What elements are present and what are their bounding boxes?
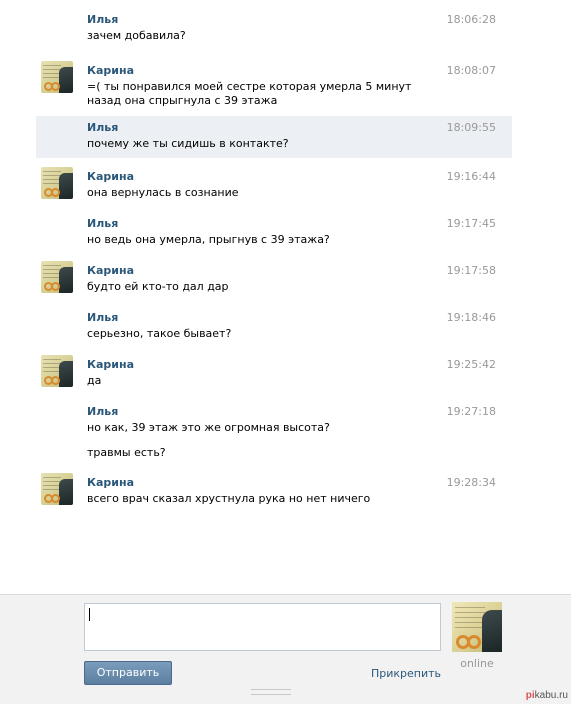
avatar-detail: [455, 607, 485, 631]
sender-avatar[interactable]: [41, 473, 73, 505]
sender-name[interactable]: Карина: [87, 64, 134, 78]
message-item: Карина 19:28:34 всего врач сказал хрустн…: [36, 471, 512, 513]
message-text: всего врач сказал хрустнула рука но нет …: [87, 492, 371, 505]
message-item: Карина 19:17:58 будто ей кто-то дал дар: [36, 259, 512, 301]
avatar-detail: [51, 494, 60, 503]
message-time: 18:09:55: [446, 121, 496, 134]
attach-link[interactable]: Прикрепить: [371, 667, 441, 680]
avatar-detail: [59, 173, 73, 199]
sender-name[interactable]: Карина: [87, 170, 134, 184]
message-time: 19:27:18: [446, 405, 496, 418]
message-item: Карина 18:08:07 =( ты понравился моей се…: [36, 59, 512, 111]
sender-name[interactable]: Илья: [87, 311, 118, 325]
message-text: да: [87, 374, 102, 387]
watermark-rest: kabu.ru: [534, 690, 568, 701]
sender-name[interactable]: Илья: [87, 405, 118, 419]
message-time: 19:17:58: [446, 264, 496, 277]
message-time: 19:25:42: [446, 358, 496, 371]
avatar-detail: [59, 361, 73, 387]
online-status: online: [460, 657, 494, 670]
message-text: серьезно, такое бывает?: [87, 327, 232, 340]
sender-name[interactable]: Илья: [87, 121, 118, 135]
message-item-highlighted: Илья 18:09:55 почему же ты сидишь в конт…: [36, 116, 512, 158]
message-time: 19:17:45: [446, 217, 496, 230]
message-input[interactable]: [84, 603, 441, 651]
sender-avatar[interactable]: [41, 261, 73, 293]
avatar-detail: [467, 635, 481, 649]
watermark-prefix: pi: [525, 690, 535, 701]
message-text: зачем добавила?: [87, 29, 186, 42]
resize-handle[interactable]: [251, 689, 291, 695]
message-item: Илья 19:27:18 но как, 39 этаж это же огр…: [36, 400, 512, 468]
message-text: будто ей кто-то дал дар: [87, 280, 229, 293]
sender-name[interactable]: Карина: [87, 476, 134, 490]
avatar-detail: [51, 82, 60, 91]
avatar-detail: [51, 188, 60, 197]
send-button[interactable]: Отправить: [84, 661, 172, 685]
sender-avatar[interactable]: [41, 355, 73, 387]
sender-name[interactable]: Илья: [87, 13, 118, 27]
message-item: Илья 19:17:45 но ведь она умерла, прыгну…: [36, 212, 512, 254]
message-time: 19:28:34: [446, 476, 496, 489]
message-text: но как, 39 этаж это же огромная высота?: [87, 421, 330, 434]
message-item: Карина 19:25:42 да: [36, 353, 512, 395]
avatar-detail: [59, 479, 73, 505]
text-caret: [89, 608, 90, 621]
avatar-detail: [51, 282, 60, 291]
message-composer: Отправить Прикрепить online pikabu.ru: [0, 594, 571, 704]
message-time: 19:18:46: [446, 311, 496, 324]
message-item: Илья 18:06:28 зачем добавила?: [36, 8, 512, 54]
watermark: pikabu.ru: [526, 690, 568, 701]
message-text: травмы есть?: [87, 446, 166, 459]
message-text: но ведь она умерла, прыгнув с 39 этажа?: [87, 233, 330, 246]
my-avatar[interactable]: [452, 602, 502, 652]
message-time: 18:08:07: [446, 64, 496, 77]
sender-name[interactable]: Карина: [87, 264, 134, 278]
message-list: Илья 18:06:28 зачем добавила? Карина 18:…: [0, 0, 571, 594]
message-time: 18:06:28: [446, 13, 496, 26]
message-item: Илья 19:18:46 серьезно, такое бывает?: [36, 306, 512, 348]
avatar-detail: [482, 610, 502, 652]
avatar-detail: [59, 267, 73, 293]
avatar-detail: [59, 67, 73, 93]
message-item: Карина 19:16:44 она вернулась в сознание: [36, 165, 512, 207]
message-text: почему же ты сидишь в контакте?: [87, 137, 289, 150]
message-time: 19:16:44: [446, 170, 496, 183]
message-text: она вернулась в сознание: [87, 186, 239, 199]
message-text: =( ты понравился моей сестре которая уме…: [87, 80, 412, 107]
sender-name[interactable]: Илья: [87, 217, 118, 231]
sender-avatar[interactable]: [41, 61, 73, 93]
avatar-detail: [51, 376, 60, 385]
sender-name[interactable]: Карина: [87, 358, 134, 372]
sender-avatar[interactable]: [41, 167, 73, 199]
